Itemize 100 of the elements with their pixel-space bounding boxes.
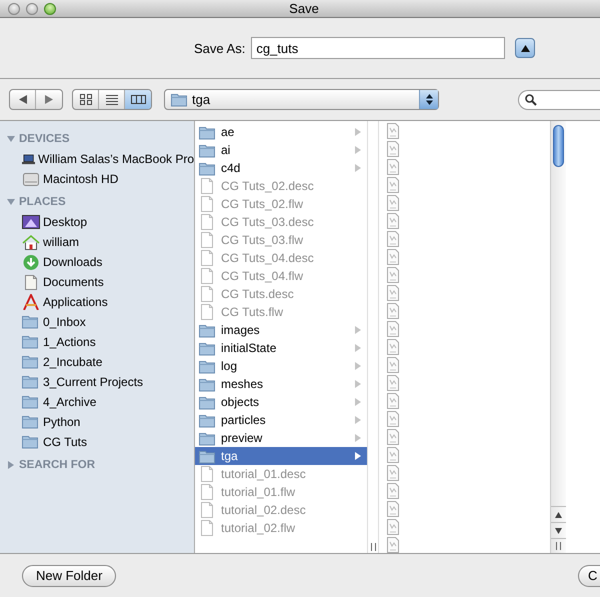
list-icon bbox=[106, 94, 118, 105]
document-icon bbox=[199, 520, 215, 536]
file-name-field[interactable]: cg_tuts bbox=[251, 37, 506, 59]
document-icon bbox=[199, 268, 215, 284]
sidebar-item[interactable]: William Salas’s MacBook Pro bbox=[0, 149, 194, 169]
sidebar-item[interactable]: 0_Inbox bbox=[0, 312, 194, 332]
download-icon bbox=[22, 254, 40, 270]
sidebar-item[interactable]: Python bbox=[0, 412, 194, 432]
right-arrow-icon bbox=[45, 95, 53, 104]
search-field[interactable] bbox=[518, 90, 600, 110]
cancel-button[interactable]: C bbox=[578, 564, 600, 586]
chevron-right-icon bbox=[355, 398, 361, 406]
folder-row[interactable]: preview bbox=[195, 429, 367, 447]
expand-button[interactable] bbox=[515, 38, 536, 58]
section-heading: PLACES bbox=[19, 196, 66, 208]
sidebar-item[interactable]: william bbox=[0, 232, 194, 252]
document-icon bbox=[199, 232, 215, 248]
scrollbar[interactable] bbox=[550, 121, 566, 553]
column-resize-handle-icon bbox=[370, 543, 376, 551]
file-row: CG Tuts_02.flw bbox=[195, 195, 367, 213]
sidebar-item[interactable]: 2_Incubate bbox=[0, 352, 194, 372]
house-icon bbox=[22, 234, 40, 250]
image-file-icon bbox=[386, 321, 400, 337]
folder-row[interactable]: images bbox=[195, 321, 367, 339]
minimize-button[interactable] bbox=[26, 2, 38, 14]
document-icon bbox=[199, 178, 215, 194]
chevron-right-icon bbox=[355, 362, 361, 370]
scroll-thumb[interactable] bbox=[553, 125, 564, 167]
image-file-icon bbox=[386, 159, 400, 175]
image-file-icon bbox=[386, 267, 400, 283]
view-button[interactable] bbox=[125, 90, 151, 109]
folder-popup[interactable]: tga bbox=[164, 89, 439, 110]
chevron-right-icon bbox=[355, 326, 361, 334]
image-file-icon bbox=[386, 231, 400, 247]
image-file-icon bbox=[386, 483, 400, 499]
view-switcher[interactable] bbox=[72, 89, 152, 110]
image-file-icon bbox=[386, 411, 400, 427]
folder-icon bbox=[199, 430, 215, 446]
file-row: CG Tuts.desc bbox=[195, 285, 367, 303]
image-file-icon bbox=[386, 303, 400, 319]
column-resize-handle-icon bbox=[556, 542, 561, 550]
image-file-icon bbox=[386, 447, 400, 463]
folder-row[interactable]: c4d bbox=[195, 159, 367, 177]
document-icon bbox=[22, 274, 40, 290]
sidebar-item[interactable]: 3_Current Projects bbox=[0, 372, 194, 392]
image-file-icon bbox=[386, 465, 400, 481]
folder-icon bbox=[199, 160, 215, 176]
sidebar-item[interactable]: Macintosh HD bbox=[0, 169, 194, 189]
image-file-icon bbox=[386, 123, 400, 139]
image-file-icon bbox=[386, 249, 400, 265]
image-file-icon bbox=[386, 501, 400, 517]
folder-icon bbox=[22, 354, 40, 370]
sidebar-item[interactable]: Applications bbox=[0, 292, 194, 312]
document-icon bbox=[199, 286, 215, 302]
sidebar-item[interactable]: Desktop bbox=[0, 212, 194, 232]
image-file-icon bbox=[386, 195, 400, 211]
chevron-right-icon bbox=[355, 344, 361, 352]
folder-icon bbox=[22, 314, 40, 330]
sidebar-item[interactable]: Documents bbox=[0, 272, 194, 292]
file-row: CG Tuts.flw bbox=[195, 303, 367, 321]
folder-row[interactable]: initialState bbox=[195, 339, 367, 357]
zoom-button[interactable] bbox=[44, 2, 56, 14]
chevron-right-icon bbox=[355, 164, 361, 172]
up-down-arrows-icon bbox=[426, 94, 432, 105]
save-as-label: Save As: bbox=[194, 40, 246, 56]
folder-row[interactable]: ai bbox=[195, 141, 367, 159]
close-button[interactable] bbox=[8, 2, 20, 14]
folder-row[interactable]: objects bbox=[195, 393, 367, 411]
folder-row[interactable]: log bbox=[195, 357, 367, 375]
chevron-right-icon bbox=[355, 380, 361, 388]
image-file-icon bbox=[386, 519, 400, 535]
sidebar-item[interactable]: 1_Actions bbox=[0, 332, 194, 352]
folder-icon bbox=[199, 376, 215, 392]
chevron-right-icon bbox=[355, 416, 361, 424]
sidebar-item[interactable]: 4_Archive bbox=[0, 392, 194, 412]
document-icon bbox=[199, 502, 215, 518]
folder-icon bbox=[199, 394, 215, 410]
folder-icon bbox=[199, 412, 215, 428]
new-folder-button[interactable]: New Folder bbox=[22, 564, 116, 586]
folder-icon bbox=[22, 374, 40, 390]
image-file-icon bbox=[386, 339, 400, 355]
image-file-icon bbox=[386, 393, 400, 409]
folder-row[interactable]: particles bbox=[195, 411, 367, 429]
folder-row[interactable]: meshes bbox=[195, 375, 367, 393]
section-heading: DEVICES bbox=[19, 133, 70, 145]
folder-row[interactable]: tga bbox=[195, 447, 367, 465]
folder-icon bbox=[199, 448, 215, 464]
folder-icon bbox=[199, 124, 215, 140]
left-arrow-icon bbox=[18, 95, 26, 104]
folder-row[interactable]: ae bbox=[195, 123, 367, 141]
folder-icon bbox=[22, 334, 40, 350]
folder-icon bbox=[199, 340, 215, 356]
file-row: CG Tuts_03.desc bbox=[195, 213, 367, 231]
folder-icon bbox=[22, 434, 40, 450]
chevron-right-icon bbox=[355, 434, 361, 442]
image-file-icon bbox=[386, 429, 400, 445]
sidebar-item[interactable]: CG Tuts bbox=[0, 432, 194, 452]
navigation-buttons[interactable] bbox=[9, 89, 63, 110]
file-row: tutorial_01.flw bbox=[195, 483, 367, 501]
sidebar-item[interactable]: Downloads bbox=[0, 252, 194, 272]
